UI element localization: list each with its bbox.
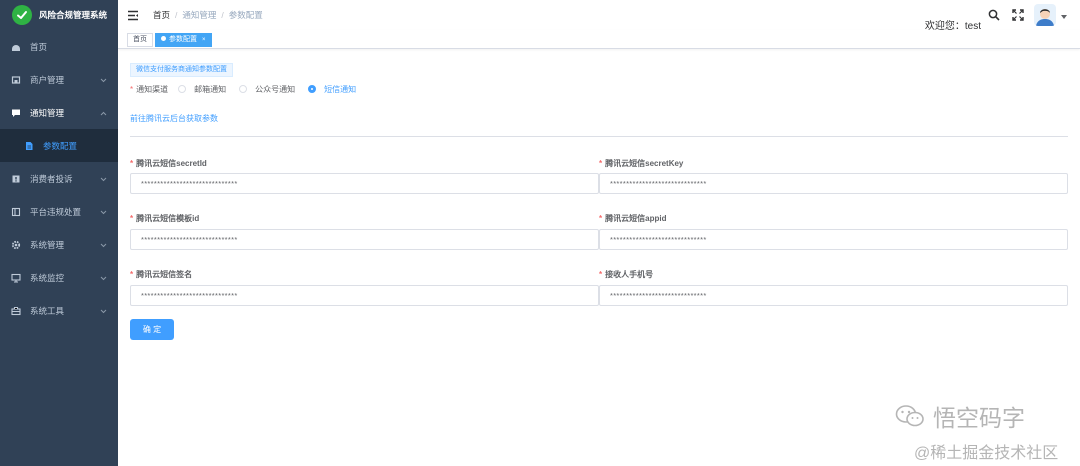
sidebar-item-system-tools[interactable]: 系统工具 [0,294,118,327]
required-mark: * [130,84,134,94]
caret-down-icon[interactable] [1061,15,1067,19]
watermark-text: 悟空码字 [933,405,1025,431]
sidebar-item-param-config[interactable]: 参数配置 [0,129,118,162]
sidebar-item-label: 首页 [30,41,48,52]
chevron-down-icon [100,306,107,316]
sidebar-item-label: 系统管理 [30,239,65,250]
sidebar-item-merchant[interactable]: 商户管理 [0,63,118,96]
breadcrumb-item-notification: 通知管理 [182,10,217,20]
sidebar-item-label: 商户管理 [30,74,65,85]
watermark-secondary: @稀土掘金技术社区 [914,445,1059,462]
breadcrumb-item-current: 参数配置 [228,10,263,20]
sidebar-item-label: 系统工具 [30,305,65,316]
sidebar-item-label: 参数配置 [43,140,78,151]
template-id-input[interactable]: ****************************** [130,229,599,250]
hamburger-icon[interactable] [127,8,139,26]
chevron-down-icon [100,273,107,283]
tencent-cloud-link[interactable]: 前往腾讯云后台获取参数 [130,113,218,124]
sidebar: 风险合规管理系统 首页 商户管理 通知管理 参数配置 消费者投诉 平台违规处置 … [0,0,118,466]
secret-id-input[interactable]: ****************************** [130,173,599,194]
sidebar-item-system-manage[interactable]: 系统管理 [0,228,118,261]
field-label-secret-id: * 腾讯云短信secretId [130,159,207,168]
sidebar-menu: 首页 商户管理 通知管理 参数配置 消费者投诉 平台违规处置 系统管理 系统监控… [0,30,118,327]
confirm-button[interactable]: 确 定 [130,319,174,340]
radio-label: 邮箱通知 [194,84,227,94]
dashboard-icon [11,42,21,52]
close-icon[interactable]: × [202,37,206,43]
breadcrumb: 首页 / 通知管理 / 参数配置 [153,10,263,20]
chevron-down-icon [100,240,107,250]
secret-key-input[interactable]: ****************************** [599,173,1068,194]
navbar: 首页 / 通知管理 / 参数配置 欢迎您：test [118,0,1080,32]
search-icon[interactable] [988,8,1000,26]
shop-icon [11,75,21,85]
notify-channel-row: * 通知渠道 邮箱通知 公众号通知 短信通知 [130,83,369,95]
sign-name-input[interactable]: ****************************** [130,285,599,306]
receiver-phone-input[interactable]: ****************************** [599,285,1068,306]
radio-official-account[interactable]: 公众号通知 [239,84,295,95]
sidebar-item-system-monitor[interactable]: 系统监控 [0,261,118,294]
field-label-sign-name: * 腾讯云短信签名 [130,270,193,279]
toolbox-icon [11,306,21,316]
tags-view: 首页 参数配置 × [118,30,1080,49]
message-icon [11,108,21,118]
radio-circle [239,85,248,93]
complaint-icon [11,174,21,184]
sidebar-item-label: 消费者投诉 [30,173,73,184]
breadcrumb-item-home[interactable]: 首页 [153,10,170,20]
tag-param-config[interactable]: 参数配置 × [155,33,212,47]
app-root: 风险合规管理系统 首页 商户管理 通知管理 参数配置 消费者投诉 平台违规处置 … [0,0,1080,466]
active-dot-icon [161,36,166,41]
sidebar-item-label: 系统监控 [30,272,65,283]
radio-email[interactable]: 邮箱通知 [178,84,226,95]
tag-label: 参数配置 [169,36,197,43]
platform-icon [11,207,21,217]
avatar[interactable] [1034,4,1056,26]
chevron-down-icon [100,174,107,184]
radio-circle [178,85,187,93]
radio-label: 公众号通知 [255,84,296,94]
appid-input[interactable]: ****************************** [599,229,1068,250]
sidebar-item-label: 平台违规处置 [30,206,82,217]
app-title: 风险合规管理系统 [39,10,108,20]
field-label-secret-key: * 腾讯云短信secretKey [599,159,684,168]
radio-sms[interactable]: 短信通知 [308,84,356,95]
watermark-primary: 悟空码字 [895,399,1025,433]
tag-home[interactable]: 首页 [127,33,153,47]
fullscreen-icon[interactable] [1012,8,1024,26]
field-label-receiver-phone: * 接收人手机号 [599,270,654,279]
divider [130,136,1068,137]
logo[interactable]: 风险合规管理系统 [0,0,118,30]
chevron-down-icon [100,75,107,85]
config-tip: 微信支付服务商通知参数配置 [130,63,233,77]
radio-circle [308,85,317,93]
wechat-icon [895,404,925,428]
logo-check-icon [12,5,32,25]
radio-label: 短信通知 [324,84,357,94]
chevron-up-icon [100,108,107,118]
monitor-icon [11,273,21,283]
notify-channel-label: 通知渠道 [136,84,169,94]
chevron-down-icon [100,207,107,217]
sidebar-item-home[interactable]: 首页 [0,30,118,63]
sidebar-item-label: 通知管理 [30,107,65,118]
field-label-template-id: * 腾讯云短信模板id [130,214,200,223]
gear-icon [11,240,21,250]
sidebar-item-complaint[interactable]: 消费者投诉 [0,162,118,195]
sidebar-item-notification[interactable]: 通知管理 [0,96,118,129]
sidebar-item-platform-violation[interactable]: 平台违规处置 [0,195,118,228]
document-icon [24,141,34,151]
field-label-appid: * 腾讯云短信appid [599,214,667,223]
